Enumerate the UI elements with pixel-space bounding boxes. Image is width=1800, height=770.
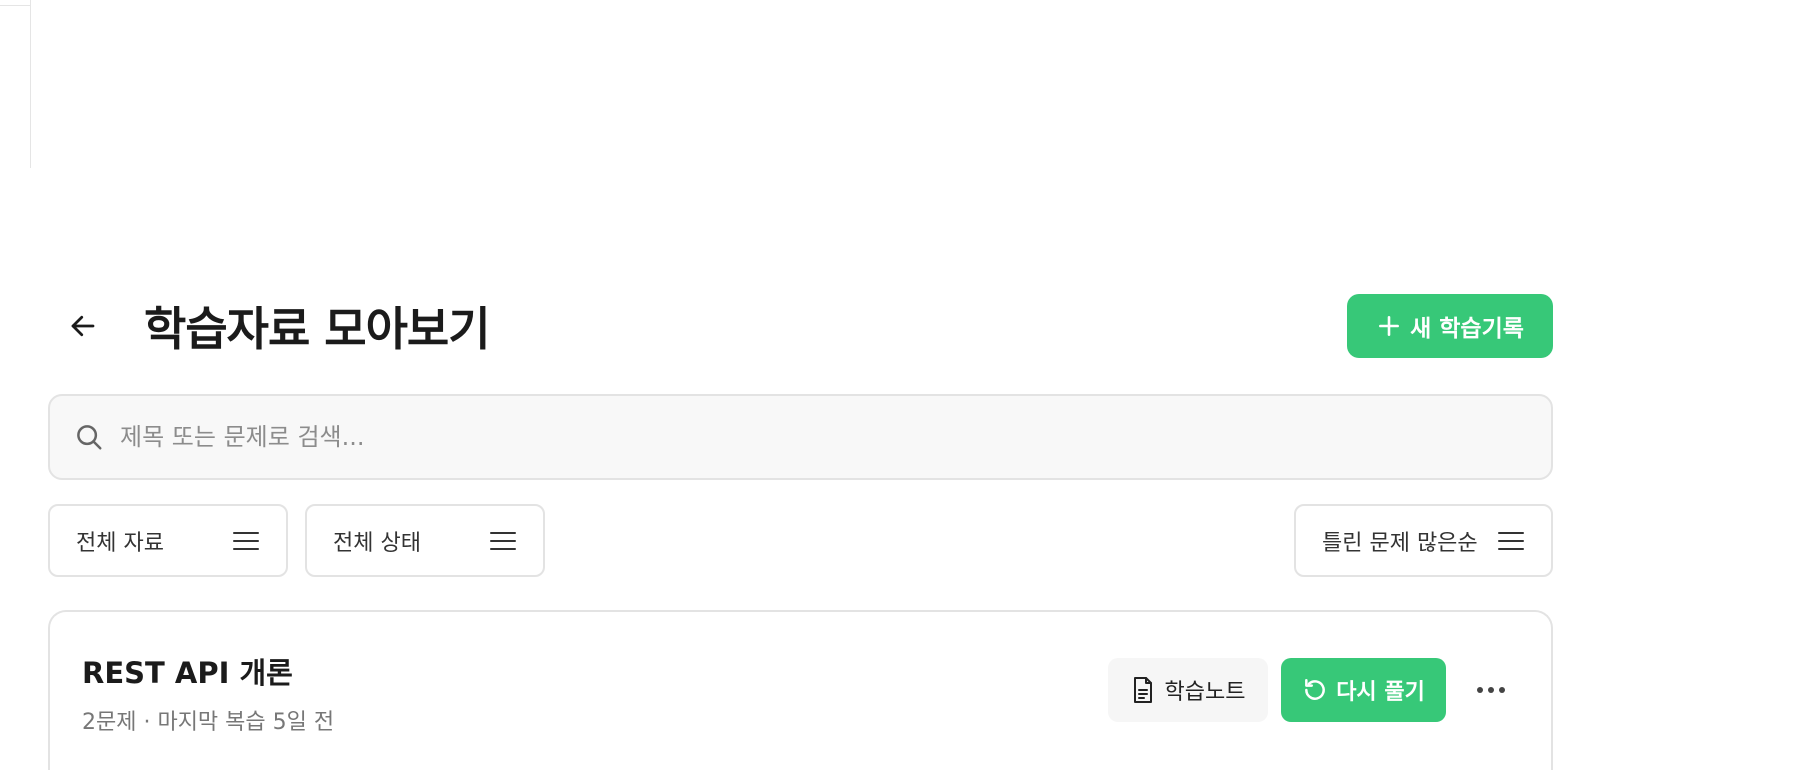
- sort-label: 틀린 문제 많은순: [1322, 530, 1478, 556]
- card-title: REST API 개론: [82, 656, 293, 690]
- page-title: 학습자료 모아보기: [144, 302, 491, 356]
- study-record-card[interactable]: REST API 개론 2문제 · 마지막 복습 5일 전 학습노트 다시 풀기: [48, 610, 1553, 770]
- new-study-record-button[interactable]: 새 학습기록: [1347, 294, 1553, 358]
- arrow-left-icon: [68, 311, 98, 341]
- retry-button[interactable]: 다시 풀기: [1281, 658, 1446, 722]
- card-meta: 2문제 · 마지막 복습 5일 전: [82, 710, 335, 735]
- study-materials-page: 학습자료 모아보기 새 학습기록 전체 자료: [48, 294, 1553, 770]
- menu-icon: [489, 530, 517, 552]
- filter-bar: 전체 자료 전체 상태 틀린 문제 많은순: [48, 504, 1553, 577]
- study-note-button[interactable]: 학습노트: [1108, 658, 1268, 722]
- card-actions: 학습노트 다시 풀기: [1108, 658, 1523, 722]
- sort-dropdown[interactable]: 틀린 문제 많은순: [1294, 504, 1553, 577]
- frame-divider: [0, 5, 31, 6]
- study-note-label: 학습노트: [1164, 680, 1246, 705]
- refresh-icon: [1302, 677, 1328, 703]
- back-button[interactable]: [48, 294, 118, 358]
- page-header: 학습자료 모아보기 새 학습기록: [48, 294, 1553, 358]
- more-options-button[interactable]: [1459, 658, 1523, 722]
- menu-icon: [1497, 530, 1525, 552]
- material-filter-label: 전체 자료: [76, 530, 164, 556]
- new-study-record-label: 새 학습기록: [1410, 316, 1524, 342]
- search-bar: [48, 394, 1553, 480]
- plus-icon: [1376, 313, 1402, 339]
- top-frame: [0, 0, 31, 168]
- retry-label: 다시 풀기: [1336, 680, 1425, 705]
- document-icon: [1131, 676, 1155, 704]
- search-icon: [74, 422, 104, 452]
- search-input[interactable]: [120, 423, 1420, 451]
- menu-icon: [232, 530, 260, 552]
- status-filter-dropdown[interactable]: 전체 상태: [305, 504, 545, 577]
- more-horizontal-icon: [1476, 686, 1506, 694]
- status-filter-label: 전체 상태: [333, 530, 421, 556]
- material-filter-dropdown[interactable]: 전체 자료: [48, 504, 288, 577]
